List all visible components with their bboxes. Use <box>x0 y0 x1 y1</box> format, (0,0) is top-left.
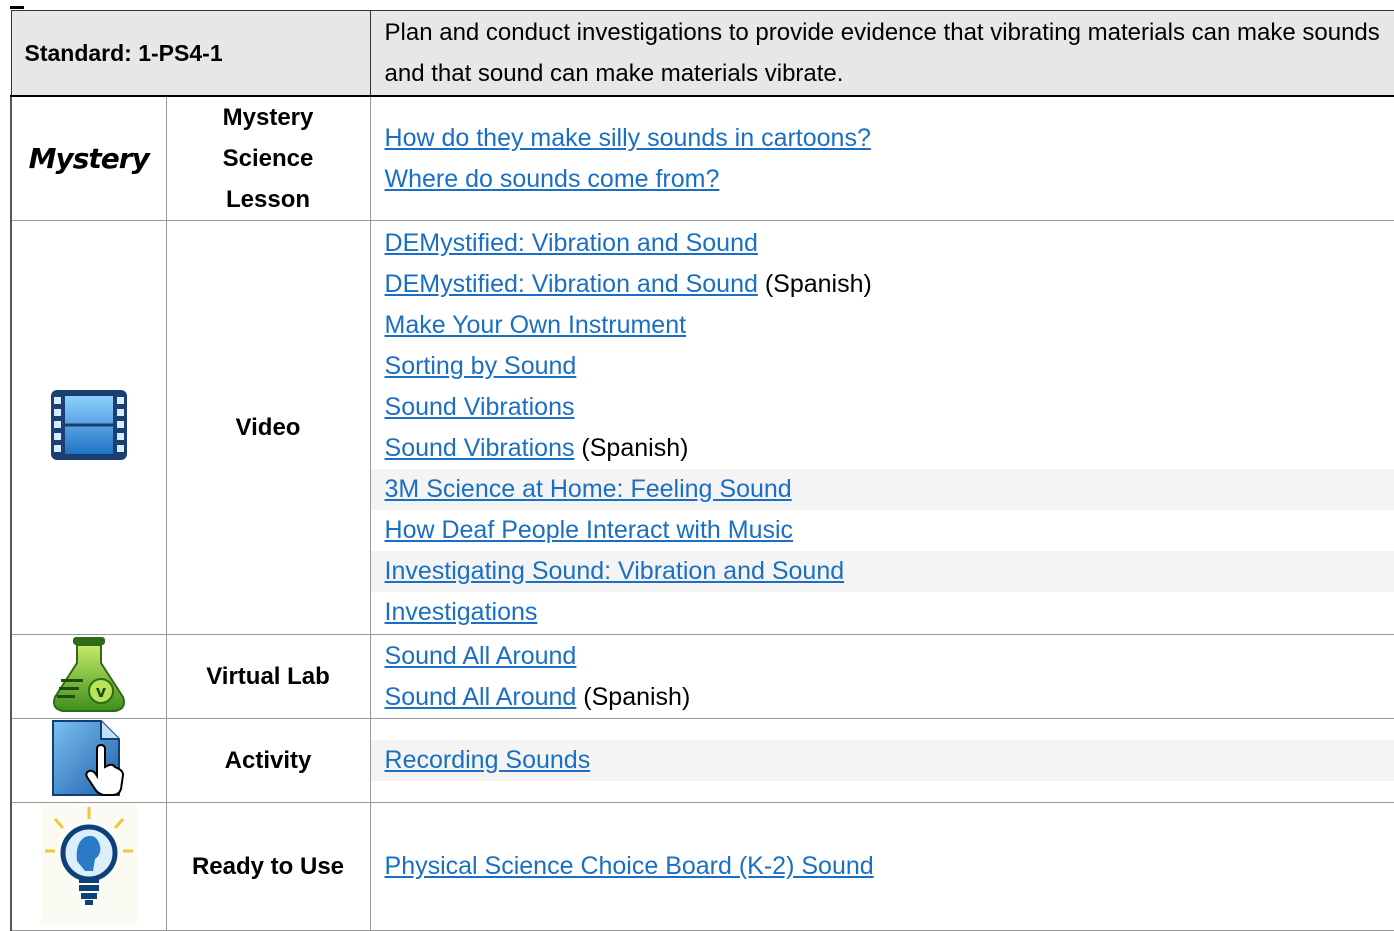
resource-type: Ready to Use <box>165 802 371 931</box>
type-line: Lesson <box>225 186 311 213</box>
resource-link[interactable]: Where do sounds come from? <box>385 165 720 193</box>
document-hand-icon <box>51 720 124 796</box>
resource-link[interactable]: DEMystified: Vibration and Sound <box>385 270 758 298</box>
resource-link[interactable]: Sorting by Sound <box>385 352 577 380</box>
resource-row-ready-to-use: Ready to Use Physical Science Choice Boa… <box>10 802 1394 931</box>
resource-type: Activity <box>165 718 371 803</box>
page-corner-fragment <box>10 0 24 9</box>
resource-link[interactable]: How do they make silly sounds in cartoon… <box>385 124 871 152</box>
resource-link[interactable]: Make Your Own Instrument <box>385 311 687 339</box>
language-note: (Spanish) <box>574 433 689 462</box>
resource-type: Video <box>165 220 371 635</box>
standard-label: Standard: 1-PS4-1 <box>10 10 371 97</box>
flask-icon-cell: v <box>10 634 167 719</box>
resource-link[interactable]: Sound All Around <box>385 642 577 670</box>
resource-link[interactable]: Investigating Sound: Vibration and Sound <box>385 557 845 585</box>
resource-link[interactable]: Physical Science Choice Board (K-2) Soun… <box>385 852 874 880</box>
resource-link[interactable]: Recording Sounds <box>385 746 591 774</box>
standards-table: Standard: 1-PS4-1 Plan and conduct inves… <box>10 10 1394 931</box>
standard-description: Plan and conduct investigations to provi… <box>369 10 1394 97</box>
resource-link[interactable]: Sound Vibrations <box>385 434 575 462</box>
resource-row-mystery: Mystery Mystery Science Lesson How do th… <box>10 95 1394 221</box>
resource-type: Virtual Lab <box>165 634 371 719</box>
activity-icon-cell <box>10 718 167 803</box>
resource-links: DEMystified: Vibration and Sound DEMysti… <box>369 220 1394 635</box>
resource-row-virtual-lab: v Virtual Lab Sound All Around Sound All… <box>10 634 1394 719</box>
type-line: Video <box>235 414 301 441</box>
film-strip-icon <box>50 390 127 460</box>
resource-links: How do they make silly sounds in cartoon… <box>369 95 1394 221</box>
flask-icon: v <box>52 637 125 712</box>
svg-text:v: v <box>96 682 107 701</box>
resource-link[interactable]: Sound Vibrations <box>385 393 575 421</box>
resource-link[interactable]: Investigations <box>385 598 538 626</box>
resource-link[interactable]: DEMystified: Vibration and Sound <box>385 229 758 257</box>
type-line: Virtual Lab <box>206 663 330 690</box>
resource-link[interactable]: 3M Science at Home: Feeling Sound <box>385 475 792 503</box>
lightbulb-icon <box>40 803 137 925</box>
resource-link[interactable]: How Deaf People Interact with Music <box>385 516 794 544</box>
resource-row-video: Video DEMystified: Vibration and Sound D… <box>10 220 1394 635</box>
resource-link[interactable]: Sound All Around <box>385 683 577 711</box>
type-line: Mystery <box>222 104 314 131</box>
resource-links: Sound All Around Sound All Around (Spani… <box>369 634 1394 719</box>
mystery-logo: Mystery <box>28 142 150 175</box>
type-line: Activity <box>224 747 312 774</box>
standard-header-row: Standard: 1-PS4-1 Plan and conduct inves… <box>10 10 1394 97</box>
resource-row-activity: Activity Recording Sounds <box>10 718 1394 803</box>
type-line: Ready to Use <box>191 853 345 880</box>
film-icon-cell <box>10 220 167 635</box>
mystery-logo-cell: Mystery <box>10 95 167 221</box>
type-line: Science <box>222 145 314 172</box>
resource-links: Recording Sounds <box>369 718 1394 803</box>
language-note: (Spanish) <box>576 682 691 711</box>
resource-type: Mystery Science Lesson <box>165 95 371 221</box>
language-note: (Spanish) <box>757 269 872 298</box>
resource-links: Physical Science Choice Board (K-2) Soun… <box>369 802 1394 931</box>
lightbulb-icon-cell <box>10 802 167 931</box>
